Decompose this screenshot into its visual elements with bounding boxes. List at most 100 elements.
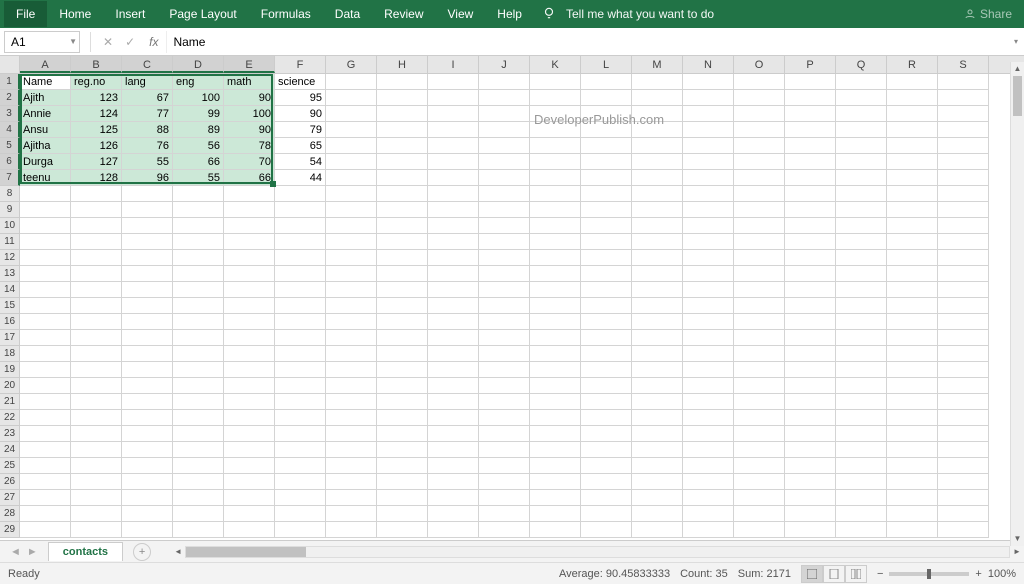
cell[interactable]: [530, 234, 581, 250]
cell[interactable]: [734, 186, 785, 202]
cell[interactable]: 90: [224, 90, 275, 106]
cell[interactable]: [326, 378, 377, 394]
cell[interactable]: [632, 426, 683, 442]
col-header-Q[interactable]: Q: [836, 56, 887, 73]
col-header-H[interactable]: H: [377, 56, 428, 73]
cell[interactable]: [836, 506, 887, 522]
cell[interactable]: [20, 490, 71, 506]
cell[interactable]: [938, 122, 989, 138]
cell[interactable]: [632, 250, 683, 266]
cell[interactable]: [173, 474, 224, 490]
cell[interactable]: [479, 154, 530, 170]
cell[interactable]: [275, 378, 326, 394]
cell[interactable]: [428, 218, 479, 234]
cell[interactable]: [836, 74, 887, 90]
cell[interactable]: [734, 282, 785, 298]
cell[interactable]: [581, 90, 632, 106]
row-header-22[interactable]: 22: [0, 410, 20, 426]
cell[interactable]: [530, 506, 581, 522]
cell[interactable]: [785, 186, 836, 202]
cell[interactable]: [377, 314, 428, 330]
cell[interactable]: [530, 490, 581, 506]
cell[interactable]: [938, 250, 989, 266]
cell[interactable]: [275, 426, 326, 442]
cell[interactable]: [275, 474, 326, 490]
cell[interactable]: [326, 186, 377, 202]
cell[interactable]: [581, 218, 632, 234]
col-header-I[interactable]: I: [428, 56, 479, 73]
cell[interactable]: 76: [122, 138, 173, 154]
cell[interactable]: [683, 74, 734, 90]
cell[interactable]: [377, 426, 428, 442]
cell[interactable]: [326, 250, 377, 266]
cell[interactable]: [632, 298, 683, 314]
cell[interactable]: [326, 138, 377, 154]
cell[interactable]: [224, 282, 275, 298]
cell[interactable]: [632, 378, 683, 394]
cell[interactable]: [938, 378, 989, 394]
cell[interactable]: [734, 170, 785, 186]
cell[interactable]: [581, 106, 632, 122]
row-header-26[interactable]: 26: [0, 474, 20, 490]
cell[interactable]: [530, 330, 581, 346]
cell[interactable]: [479, 218, 530, 234]
col-header-F[interactable]: F: [275, 56, 326, 73]
cell[interactable]: [275, 522, 326, 538]
cell[interactable]: [836, 282, 887, 298]
cell[interactable]: [683, 474, 734, 490]
cell[interactable]: [581, 202, 632, 218]
cell[interactable]: [581, 330, 632, 346]
cell[interactable]: [734, 202, 785, 218]
cell[interactable]: [479, 458, 530, 474]
cell[interactable]: [836, 298, 887, 314]
scroll-left-icon[interactable]: ◄: [171, 547, 185, 556]
cell[interactable]: [785, 362, 836, 378]
cell[interactable]: [938, 74, 989, 90]
cell[interactable]: [479, 250, 530, 266]
cell[interactable]: [173, 506, 224, 522]
cell[interactable]: [326, 522, 377, 538]
cell[interactable]: [479, 234, 530, 250]
cell[interactable]: [173, 218, 224, 234]
zoom-thumb[interactable]: [927, 569, 931, 579]
cell[interactable]: Ansu: [20, 122, 71, 138]
cell[interactable]: [734, 394, 785, 410]
cell[interactable]: [683, 234, 734, 250]
cell[interactable]: [938, 138, 989, 154]
cell[interactable]: [122, 218, 173, 234]
zoom-level[interactable]: 100%: [988, 568, 1016, 580]
cell[interactable]: [71, 458, 122, 474]
cell[interactable]: [785, 266, 836, 282]
tab-help[interactable]: Help: [485, 1, 534, 27]
cell[interactable]: [530, 522, 581, 538]
tab-home[interactable]: Home: [47, 1, 103, 27]
cell[interactable]: [632, 442, 683, 458]
cell[interactable]: [20, 378, 71, 394]
cell[interactable]: [887, 90, 938, 106]
cell[interactable]: [887, 362, 938, 378]
cell[interactable]: [326, 122, 377, 138]
cell[interactable]: [785, 490, 836, 506]
cell[interactable]: [734, 410, 785, 426]
col-header-R[interactable]: R: [887, 56, 938, 73]
cell[interactable]: [122, 330, 173, 346]
cell[interactable]: [122, 202, 173, 218]
cell[interactable]: [683, 154, 734, 170]
cell[interactable]: [683, 442, 734, 458]
cell[interactable]: [71, 442, 122, 458]
cell[interactable]: [836, 394, 887, 410]
cell[interactable]: [224, 314, 275, 330]
cell[interactable]: [530, 170, 581, 186]
cell[interactable]: [632, 282, 683, 298]
cell[interactable]: [20, 330, 71, 346]
cell[interactable]: [428, 330, 479, 346]
cell[interactable]: [683, 90, 734, 106]
cell[interactable]: [71, 522, 122, 538]
cell[interactable]: [581, 346, 632, 362]
cell[interactable]: [122, 282, 173, 298]
cell[interactable]: [836, 474, 887, 490]
row-header-2[interactable]: 2: [0, 90, 20, 106]
cell[interactable]: [530, 346, 581, 362]
cell[interactable]: [173, 282, 224, 298]
cell[interactable]: [683, 522, 734, 538]
